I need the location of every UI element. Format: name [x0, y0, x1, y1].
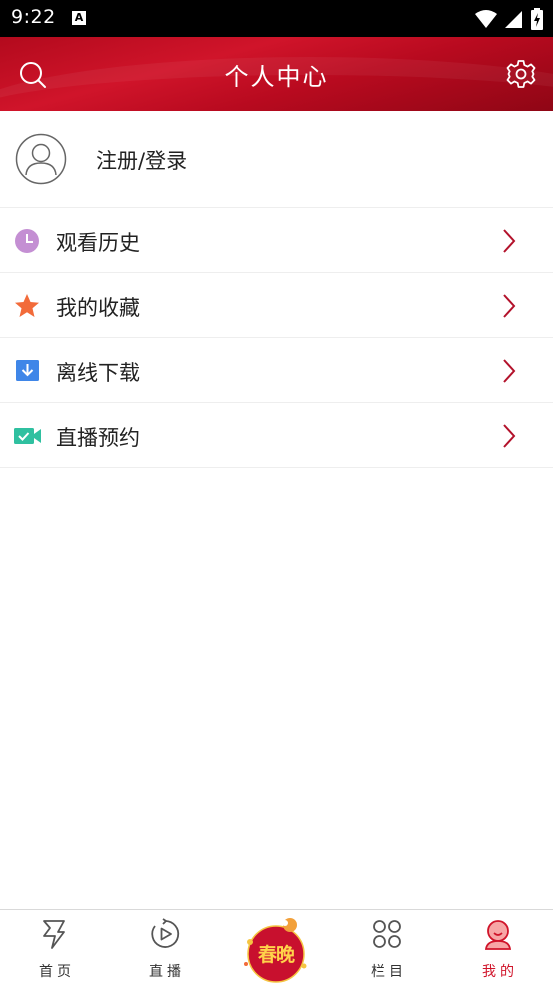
avatar-icon: [15, 133, 67, 185]
tab-chunwan[interactable]: 春晚: [238, 914, 314, 984]
tab-home[interactable]: 首页: [0, 910, 110, 984]
status-icons: [475, 8, 543, 30]
home-icon: [43, 920, 65, 949]
gear-icon[interactable]: [506, 59, 536, 89]
star-icon: [15, 294, 39, 317]
header-bar: 个人中心: [0, 37, 553, 111]
login-register-label: 注册/登录: [96, 149, 188, 173]
chevron-right-icon: [503, 424, 516, 448]
wifi-icon: [475, 10, 497, 28]
menu-item-favorites[interactable]: 我的收藏: [0, 273, 553, 338]
tab-live[interactable]: 直播: [110, 910, 220, 984]
tab-label: 直播: [149, 964, 185, 980]
tab-label: 栏目: [371, 964, 407, 980]
status-time: 9:22: [11, 6, 56, 28]
profile-icon: [484, 920, 512, 950]
notification-icon: A: [72, 11, 86, 25]
clock-icon: [15, 229, 39, 253]
status-bar: 9:22 A: [0, 0, 553, 37]
menu-item-label: 观看历史: [56, 231, 140, 255]
chevron-right-icon: [503, 294, 516, 318]
download-icon: [16, 360, 39, 381]
menu-item-label: 离线下载: [56, 361, 140, 385]
profile-menu: 观看历史 我的收藏 离线下载 直播预约: [0, 208, 553, 468]
chevron-right-icon: [503, 359, 516, 383]
login-row[interactable]: 注册/登录: [0, 111, 553, 208]
signal-icon: [505, 11, 522, 28]
tab-label: 我的: [482, 964, 518, 980]
battery-icon: [531, 8, 543, 30]
tab-label: 首页: [39, 964, 75, 980]
menu-item-offline-download[interactable]: 离线下载: [0, 338, 553, 403]
tab-chunwan-label: 春晚: [257, 944, 295, 966]
tab-profile[interactable]: 我的: [443, 910, 553, 984]
tab-columns[interactable]: 栏目: [332, 910, 442, 984]
menu-item-label: 我的收藏: [56, 296, 140, 320]
menu-item-live-reservation[interactable]: 直播预约: [0, 403, 553, 468]
chevron-right-icon: [503, 229, 516, 253]
bottom-tab-bar: 首页 直播 春晚 栏目 我的: [0, 909, 553, 984]
live-icon: [151, 918, 180, 948]
page-title: 个人中心: [224, 63, 329, 91]
video-camera-icon: [14, 428, 41, 444]
columns-icon: [373, 920, 401, 948]
menu-item-watch-history[interactable]: 观看历史: [0, 208, 553, 273]
menu-item-label: 直播预约: [56, 426, 140, 450]
